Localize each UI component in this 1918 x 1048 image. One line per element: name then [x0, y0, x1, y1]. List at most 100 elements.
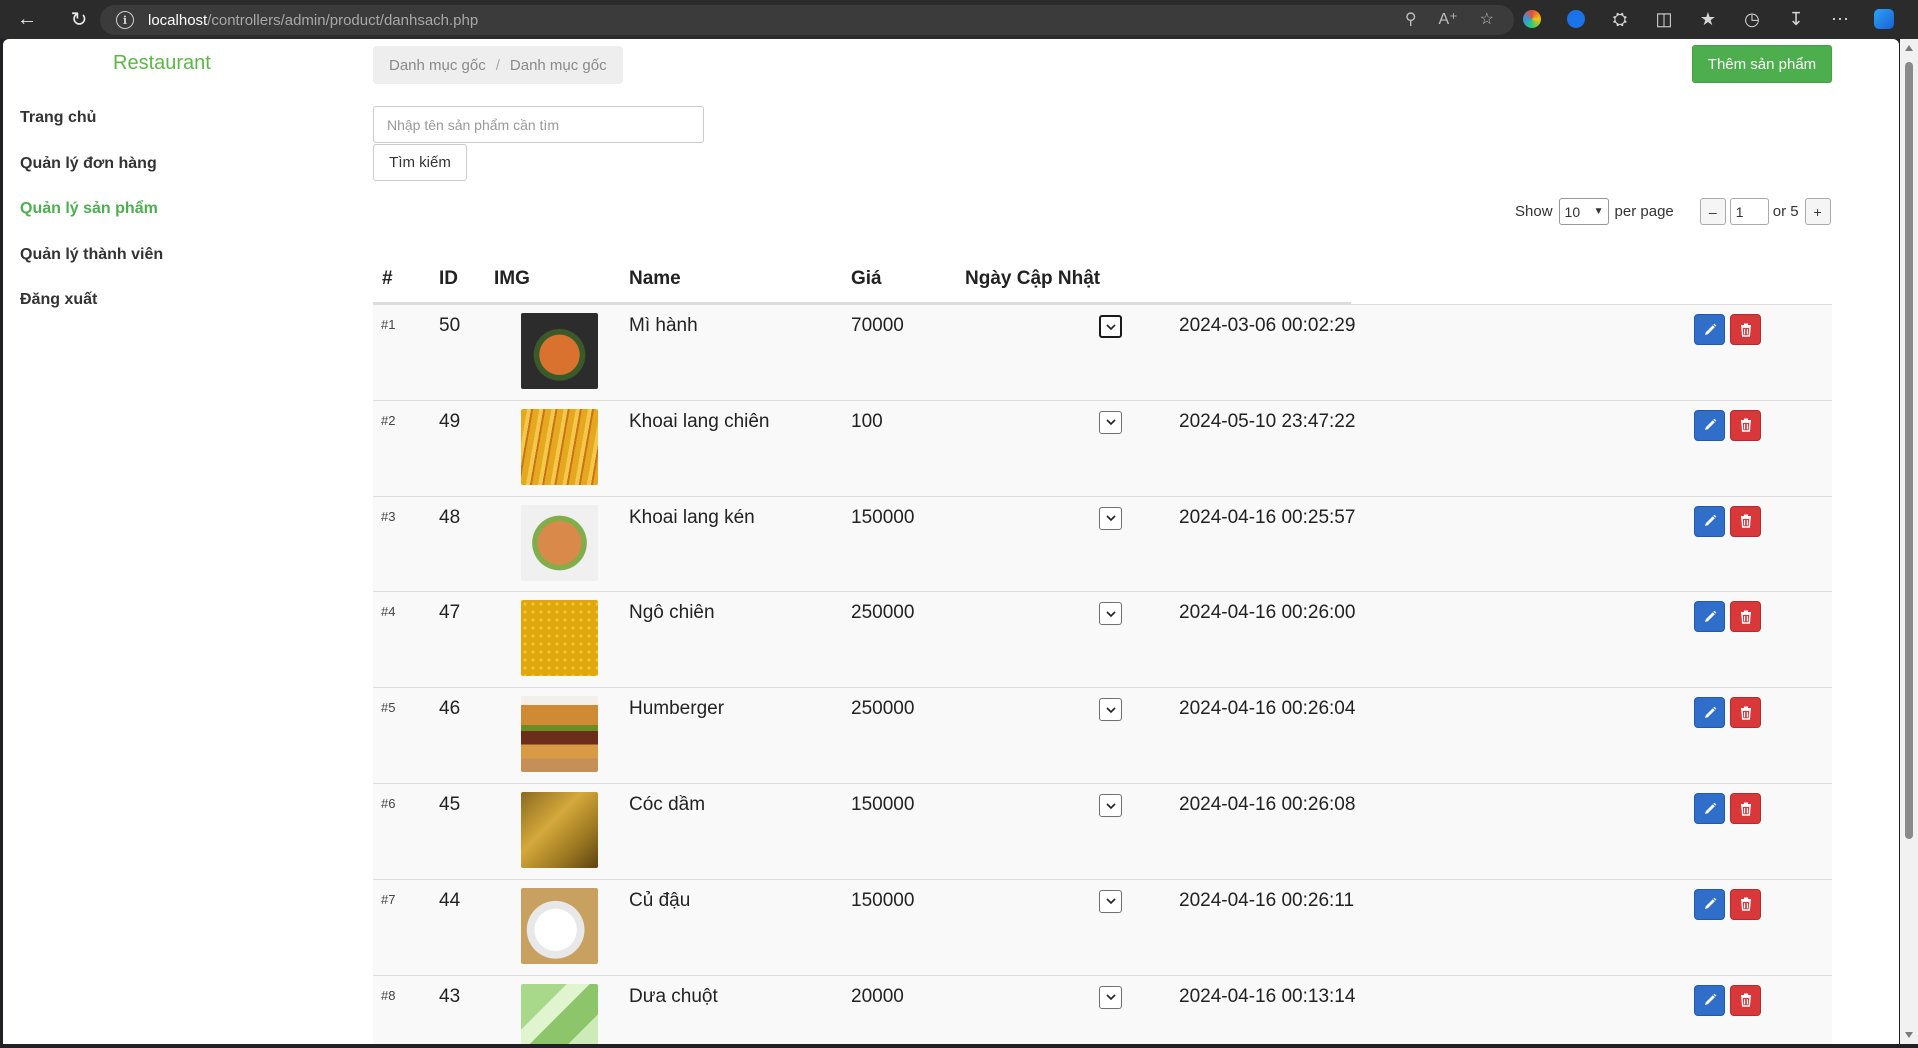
chevron-down-icon — [1105, 323, 1116, 330]
product-updated-date: 2024-04-16 00:26:00 — [1179, 602, 1356, 624]
delete-button[interactable] — [1730, 888, 1761, 920]
edit-button[interactable] — [1694, 793, 1725, 824]
back-icon[interactable]: ← — [8, 0, 46, 39]
delete-button[interactable] — [1730, 793, 1761, 824]
row-checkbox[interactable] — [1099, 410, 1122, 434]
extensions-puzzle-icon[interactable]: ⛭ — [1608, 6, 1632, 32]
search-input[interactable]: Nhập tên sản phẩm cần tìm — [373, 106, 704, 143]
product-name: Ngô chiên — [629, 602, 715, 624]
copilot-icon[interactable] — [1872, 6, 1896, 32]
page-number-input[interactable]: 1 — [1729, 198, 1769, 225]
vertical-scrollbar[interactable] — [1900, 39, 1918, 1044]
table-header: # ID IMG Name Giá Ngày Cập Nhật — [373, 264, 1832, 304]
product-image — [521, 792, 598, 868]
product-price: 70000 — [851, 315, 904, 336]
per-page-select[interactable]: 10 ▼ — [1558, 198, 1609, 225]
chevron-down-icon — [1105, 515, 1116, 522]
trash-icon — [1740, 323, 1751, 337]
more-menu-icon[interactable]: ⋯ — [1828, 6, 1852, 32]
row-checkbox[interactable] — [1099, 698, 1122, 722]
sidebar-item-members[interactable]: Quản lý thành viên — [20, 244, 163, 290]
page-count-label: or 5 — [1772, 203, 1799, 220]
chevron-down-icon — [1105, 707, 1116, 713]
zoom-icon[interactable]: ⚲ — [1405, 9, 1417, 29]
row-index: #3 — [381, 508, 396, 524]
product-image — [521, 600, 598, 677]
table-row: #6 45 Cóc dầm 150000 2024-04-16 00:26:08 — [373, 783, 1832, 879]
sidebar-item-products[interactable]: Quản lý sản phẩm — [20, 198, 163, 244]
product-image — [521, 983, 598, 1044]
product-name: Dưa chuột — [629, 985, 718, 1007]
col-header-name: Name — [629, 268, 681, 289]
edit-button[interactable] — [1694, 314, 1725, 345]
pagination: Show 10 ▼ per page – 1 or 5 + — [1515, 198, 1831, 225]
delete-button[interactable] — [1730, 697, 1761, 729]
edit-button[interactable] — [1694, 984, 1725, 1016]
extension-color-icon[interactable] — [1520, 6, 1544, 32]
sidebar-item-orders[interactable]: Quản lý đơn hàng — [20, 153, 163, 199]
scrollbar-thumb[interactable] — [1905, 62, 1913, 839]
row-index: #5 — [381, 700, 396, 716]
row-checkbox[interactable] — [1099, 315, 1122, 338]
sidebar-item-home[interactable]: Trang chủ — [20, 107, 163, 153]
reload-icon[interactable]: ↻ — [60, 0, 98, 39]
extension-shazam-icon[interactable] — [1564, 6, 1588, 32]
delete-button[interactable] — [1730, 505, 1761, 537]
delete-button[interactable] — [1730, 409, 1761, 441]
row-checkbox[interactable] — [1099, 985, 1122, 1009]
trash-icon — [1740, 993, 1751, 1007]
pencil-icon — [1704, 897, 1716, 910]
product-id: 44 — [439, 889, 461, 911]
delete-button[interactable] — [1730, 601, 1761, 633]
delete-button[interactable] — [1730, 314, 1761, 345]
sidebar-item-logout[interactable]: Đăng xuất — [20, 289, 163, 335]
edit-button[interactable] — [1694, 409, 1725, 441]
row-checkbox[interactable] — [1099, 602, 1122, 626]
col-header-updated: Ngày Cập Nhật — [965, 268, 1101, 289]
brand-logo[interactable]: Restaurant — [113, 52, 211, 75]
row-index: #8 — [381, 987, 396, 1003]
row-index: #4 — [381, 604, 396, 620]
table-row: #3 48 Khoai lang kén 150000 2024-04-16 00:25… — [373, 495, 1832, 592]
trash-icon — [1740, 802, 1751, 816]
table-row: #4 47 Ngô chiên 250000 2024-04-16 00:26:00 — [373, 591, 1832, 688]
show-label: Show — [1515, 203, 1553, 220]
prev-page-button[interactable]: – — [1699, 198, 1726, 225]
edit-button[interactable] — [1694, 505, 1725, 537]
product-price: 150000 — [851, 889, 915, 911]
address-bar[interactable]: i localhost /controllers/admin/product/d… — [100, 5, 1514, 35]
url-host: localhost — [148, 11, 208, 29]
pencil-icon — [1704, 323, 1716, 335]
download-icon[interactable]: ↧ — [1784, 6, 1808, 32]
search-button[interactable]: Tìm kiếm — [373, 144, 467, 181]
history-icon[interactable]: ◷ — [1740, 6, 1764, 32]
favorite-star-icon[interactable]: ☆ — [1480, 9, 1494, 29]
scroll-down-icon[interactable] — [1905, 1032, 1913, 1038]
next-page-button[interactable]: + — [1804, 198, 1831, 225]
table-row: #1 50 Mì hành 70000 2024-03-06 00:02:29 — [373, 304, 1832, 400]
edit-button[interactable] — [1694, 601, 1725, 633]
trash-icon — [1740, 418, 1751, 432]
add-product-button[interactable]: Thêm sản phẩm — [1692, 45, 1832, 83]
per-page-value: 10 — [1564, 203, 1581, 220]
read-aloud-icon[interactable]: A⁺ — [1439, 9, 1458, 29]
scroll-up-icon[interactable] — [1905, 45, 1913, 51]
product-price: 150000 — [851, 794, 915, 815]
col-header-img: IMG — [494, 268, 530, 289]
edit-button[interactable] — [1694, 697, 1725, 729]
row-checkbox[interactable] — [1099, 889, 1122, 913]
pencil-icon — [1704, 610, 1716, 622]
product-id: 48 — [439, 506, 461, 528]
chevron-down-icon — [1105, 802, 1116, 809]
edit-button[interactable] — [1694, 888, 1725, 920]
split-screen-icon[interactable]: ◫ — [1652, 6, 1676, 32]
site-info-icon[interactable]: i — [116, 11, 134, 29]
delete-button[interactable] — [1730, 984, 1761, 1016]
row-checkbox[interactable] — [1099, 506, 1122, 530]
row-index: #2 — [381, 412, 396, 428]
favorites-icon[interactable]: ★ — [1696, 6, 1720, 32]
breadcrumb-item[interactable]: Danh mục gốc — [389, 57, 486, 74]
product-image — [521, 408, 598, 485]
product-updated-date: 2024-04-16 00:26:04 — [1179, 698, 1356, 720]
row-checkbox[interactable] — [1099, 794, 1122, 817]
